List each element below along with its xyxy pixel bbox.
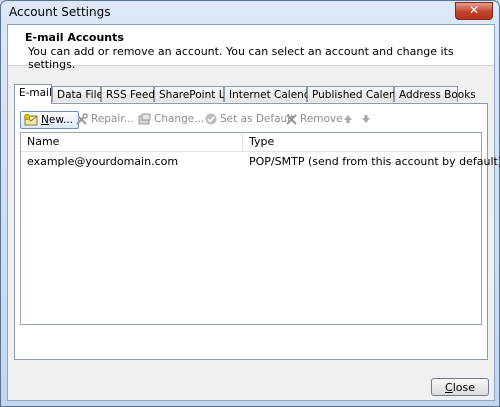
tab-email-label: E-mail xyxy=(19,87,52,99)
remove-button-label: Remove xyxy=(300,113,343,125)
account-toolbar: New... Repair... Change... Set as Defaul… xyxy=(20,110,480,130)
close-button-accel: C xyxy=(445,381,453,394)
tab-rss-feeds-label: RSS Feeds xyxy=(106,89,161,101)
account-type: POP/SMTP (send from this account by defa… xyxy=(249,155,500,168)
list-header: Name Type xyxy=(21,133,481,152)
repair-tools-icon xyxy=(76,112,88,125)
arrow-down-icon xyxy=(362,115,370,123)
close-icon: ✕ xyxy=(468,3,480,17)
checkmark-circle-icon xyxy=(205,113,217,125)
arrow-up-icon xyxy=(344,115,352,123)
change-settings-icon xyxy=(138,113,151,125)
tab-email[interactable]: E-mail xyxy=(14,84,52,104)
move-down-button[interactable] xyxy=(361,110,374,128)
close-button-label: lose xyxy=(452,381,475,394)
new-button-accel: N xyxy=(41,114,49,126)
tab-rss-feeds[interactable]: RSS Feeds xyxy=(101,86,160,102)
title-bar: Account Settings ✕ xyxy=(1,1,499,23)
header-description: You can add or remove an account. You ca… xyxy=(28,45,454,71)
remove-x-icon xyxy=(286,113,297,125)
remove-button[interactable]: Remove xyxy=(286,110,343,128)
set-as-default-button[interactable]: Set as Default xyxy=(205,110,294,128)
email-tab-panel: New... Repair... Change... Set as Defaul… xyxy=(14,103,500,360)
move-up-button[interactable] xyxy=(343,110,356,128)
window-title: Account Settings xyxy=(9,5,111,19)
new-account-button[interactable]: New... xyxy=(20,111,79,129)
tab-published-calendars[interactable]: Published Calendars xyxy=(307,86,419,102)
account-row[interactable]: example@yourdomain.com POP/SMTP (send fr… xyxy=(21,153,500,171)
dialog-client: E-mail Accounts You can add or remove an… xyxy=(7,24,500,401)
close-button[interactable]: Close xyxy=(431,378,489,396)
tab-address-books[interactable]: Address Books xyxy=(394,86,476,102)
accounts-list[interactable]: Name Type example@yourdomain.com POP/SMT… xyxy=(20,132,500,325)
change-button[interactable]: Change... xyxy=(138,110,204,128)
account-settings-window: Account Settings ✕ E-mail Accounts You c… xyxy=(0,0,500,407)
repair-button-label: Repair... xyxy=(91,113,134,125)
column-header-name[interactable]: Name xyxy=(21,133,243,151)
tab-internet-calendars[interactable]: Internet Calendars xyxy=(224,86,327,102)
dialog-header: E-mail Accounts You can add or remove an… xyxy=(8,25,494,71)
change-button-label: Change... xyxy=(154,113,205,125)
window-close-button[interactable]: ✕ xyxy=(455,2,493,20)
header-title: E-mail Accounts xyxy=(25,31,124,44)
new-mail-icon xyxy=(24,114,38,126)
column-header-type[interactable]: Type xyxy=(243,133,481,151)
set-as-default-label: Set as Default xyxy=(220,113,295,125)
tab-data-files[interactable]: Data Files xyxy=(52,86,108,102)
repair-button[interactable]: Repair... xyxy=(75,110,134,128)
tab-sharepoint-lists[interactable]: SharePoint Lists xyxy=(154,86,243,102)
account-name: example@yourdomain.com xyxy=(27,155,179,168)
new-button-label: ew... xyxy=(48,114,73,126)
tab-address-books-label: Address Books xyxy=(399,89,476,101)
